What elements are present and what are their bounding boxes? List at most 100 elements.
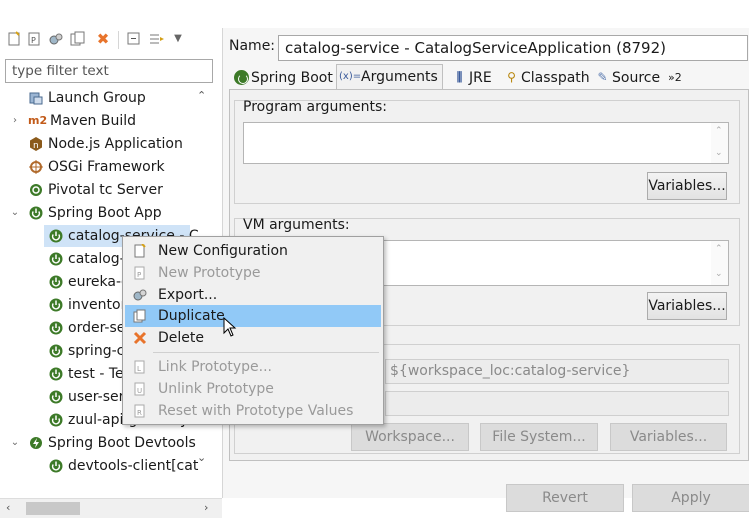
tree-item-label: spring-c <box>68 343 125 359</box>
program-arguments-textarea[interactable]: ⌃ ⌄ <box>243 122 729 164</box>
view-menu-icon[interactable]: ▼ <box>170 31 186 47</box>
workspace-button[interactable]: Workspace... <box>351 423 469 451</box>
delete-icon[interactable]: ✖ <box>95 31 111 47</box>
menu-item-link-prototype[interactable]: L Link Prototype... <box>125 356 381 378</box>
collapse-arrow-icon[interactable]: ⌄ <box>10 432 20 454</box>
tree-category[interactable]: Pivotal tc Server <box>10 179 190 201</box>
new-config-icon[interactable] <box>6 31 22 47</box>
nodejs-icon: n <box>28 136 44 152</box>
scroll-up-arrow[interactable]: ⌃ <box>715 244 723 254</box>
tab-jre[interactable]: ⫼ JRE <box>449 66 499 90</box>
menu-item-label: Delete <box>158 330 204 346</box>
filter-icon[interactable] <box>148 31 164 47</box>
tree-item-label: OSGi Framework <box>48 159 165 175</box>
scroll-thumb[interactable] <box>26 502 80 515</box>
collapse-arrow-icon[interactable]: ⌄ <box>10 202 20 224</box>
scroll-up-arrow[interactable]: ⌃ <box>715 126 723 136</box>
menu-item-new-configuration[interactable]: New Configuration <box>125 240 381 262</box>
maven-icon: m2 <box>28 114 48 127</box>
svg-text:L: L <box>137 365 141 373</box>
other-directory-field <box>385 391 729 416</box>
menu-item-unlink-prototype[interactable]: U Unlink Prototype <box>125 378 381 400</box>
tree-category[interactable]: ⌄ Spring Boot App <box>10 202 190 224</box>
tree-category[interactable]: Launch Group <box>10 87 190 109</box>
tree-item-label: test - Te <box>68 366 124 382</box>
menu-item-label: New Configuration <box>158 243 288 259</box>
tab-arguments[interactable]: (x)= Arguments <box>336 64 443 90</box>
reset-prototype-icon: R <box>133 404 147 418</box>
menu-item-export[interactable]: Export... <box>125 284 381 306</box>
spring-boot-icon <box>48 366 64 382</box>
scroll-down-arrow[interactable]: ⌄ <box>197 451 206 464</box>
tab-classpath[interactable]: ⚲ Classpath <box>501 66 590 90</box>
spring-boot-icon <box>28 205 44 221</box>
tree-category[interactable]: n Node.js Application <box>10 133 190 155</box>
tc-server-icon <box>28 182 44 198</box>
collapse-all-icon[interactable] <box>126 31 142 47</box>
tree-item-label: Pivotal tc Server <box>48 182 163 198</box>
config-name-field[interactable]: catalog-service - CatalogServiceApplicat… <box>278 35 748 61</box>
classpath-icon: ⚲ <box>507 70 516 84</box>
spring-boot-icon <box>48 458 64 474</box>
tab-source[interactable]: ✎ Source <box>592 66 662 90</box>
toolbar-divider <box>118 31 119 49</box>
tree-item-label: Spring Boot Devtools <box>48 435 196 451</box>
expand-arrow-icon[interactable]: › <box>10 110 20 132</box>
menu-item-new-prototype[interactable]: P New Prototype <box>125 262 381 284</box>
tree-item-label: Spring Boot App <box>48 205 162 221</box>
scroll-up-arrow[interactable]: ⌃ <box>197 89 206 102</box>
spring-boot-icon <box>234 70 249 85</box>
tree-category[interactable]: OSGi Framework <box>10 156 190 178</box>
menu-item-delete[interactable]: Delete <box>125 327 381 349</box>
tree-config-item[interactable]: devtools-client[cat <box>44 455 198 477</box>
duplicate-icon[interactable] <box>70 31 86 47</box>
working-directory-field: ${workspace_loc:catalog-service} <box>385 359 729 384</box>
tree-item-label: Node.js Application <box>48 136 183 152</box>
program-variables-button[interactable]: Variables... <box>647 172 727 200</box>
tree-item-label: devtools-client[cat <box>68 458 199 474</box>
menu-item-label: Link Prototype... <box>158 359 273 375</box>
tree-item-label: user-ser <box>68 389 125 405</box>
export-icon <box>133 288 147 302</box>
unlink-prototype-icon: U <box>133 382 147 396</box>
workdir-variables-button[interactable]: Variables... <box>610 423 727 451</box>
tab-label: Source <box>612 70 661 86</box>
program-arguments-group: Program arguments: ⌃ ⌄ Variables... <box>234 99 740 204</box>
spring-boot-icon <box>48 389 64 405</box>
scroll-left-arrow[interactable]: ‹ <box>6 501 10 514</box>
tree-item-label: inventor <box>68 297 127 313</box>
tree-item-label: Launch Group <box>48 90 146 106</box>
apply-button[interactable]: Apply <box>632 484 749 512</box>
menu-item-label: Unlink Prototype <box>158 381 274 397</box>
spring-boot-icon <box>48 228 64 244</box>
spring-boot-icon <box>48 343 64 359</box>
tree-category[interactable]: › m2 Maven Build <box>10 110 190 132</box>
tree-category[interactable]: ⌄ Spring Boot Devtools <box>10 432 196 454</box>
spring-boot-icon <box>48 320 64 336</box>
new-config-icon <box>133 243 147 258</box>
spring-boot-devtools-icon <box>28 435 44 451</box>
spring-boot-icon <box>48 274 64 290</box>
file-system-button[interactable]: File System... <box>480 423 598 451</box>
menu-item-duplicate[interactable]: Duplicate <box>125 305 381 327</box>
spring-boot-icon <box>48 412 64 428</box>
tab-label: Arguments <box>361 69 438 85</box>
tab-overflow-label: »2 <box>668 71 682 84</box>
delete-icon <box>133 331 147 345</box>
tab-label: Classpath <box>521 70 590 86</box>
horizontal-scrollbar[interactable]: ‹ › <box>0 498 222 518</box>
scroll-down-arrow[interactable]: ⌄ <box>715 269 723 279</box>
scroll-down-arrow[interactable]: ⌄ <box>715 148 723 158</box>
tab-spring-boot[interactable]: Spring Boot <box>231 66 336 90</box>
vm-variables-button[interactable]: Variables... <box>647 292 727 320</box>
filter-input[interactable] <box>5 59 213 83</box>
new-prototype-icon[interactable]: P <box>26 31 42 47</box>
menu-item-reset-with-prototype-values[interactable]: R Reset with Prototype Values <box>125 400 381 422</box>
duplicate-icon <box>133 309 147 323</box>
program-arguments-scrollbar[interactable]: ⌃ ⌄ <box>711 123 728 163</box>
tab-overflow[interactable]: »2 <box>666 66 688 90</box>
scroll-right-arrow[interactable]: › <box>204 501 208 514</box>
export-icon[interactable] <box>48 31 64 47</box>
vm-arguments-scrollbar[interactable]: ⌃ ⌄ <box>711 241 728 285</box>
revert-button[interactable]: Revert <box>506 484 624 512</box>
